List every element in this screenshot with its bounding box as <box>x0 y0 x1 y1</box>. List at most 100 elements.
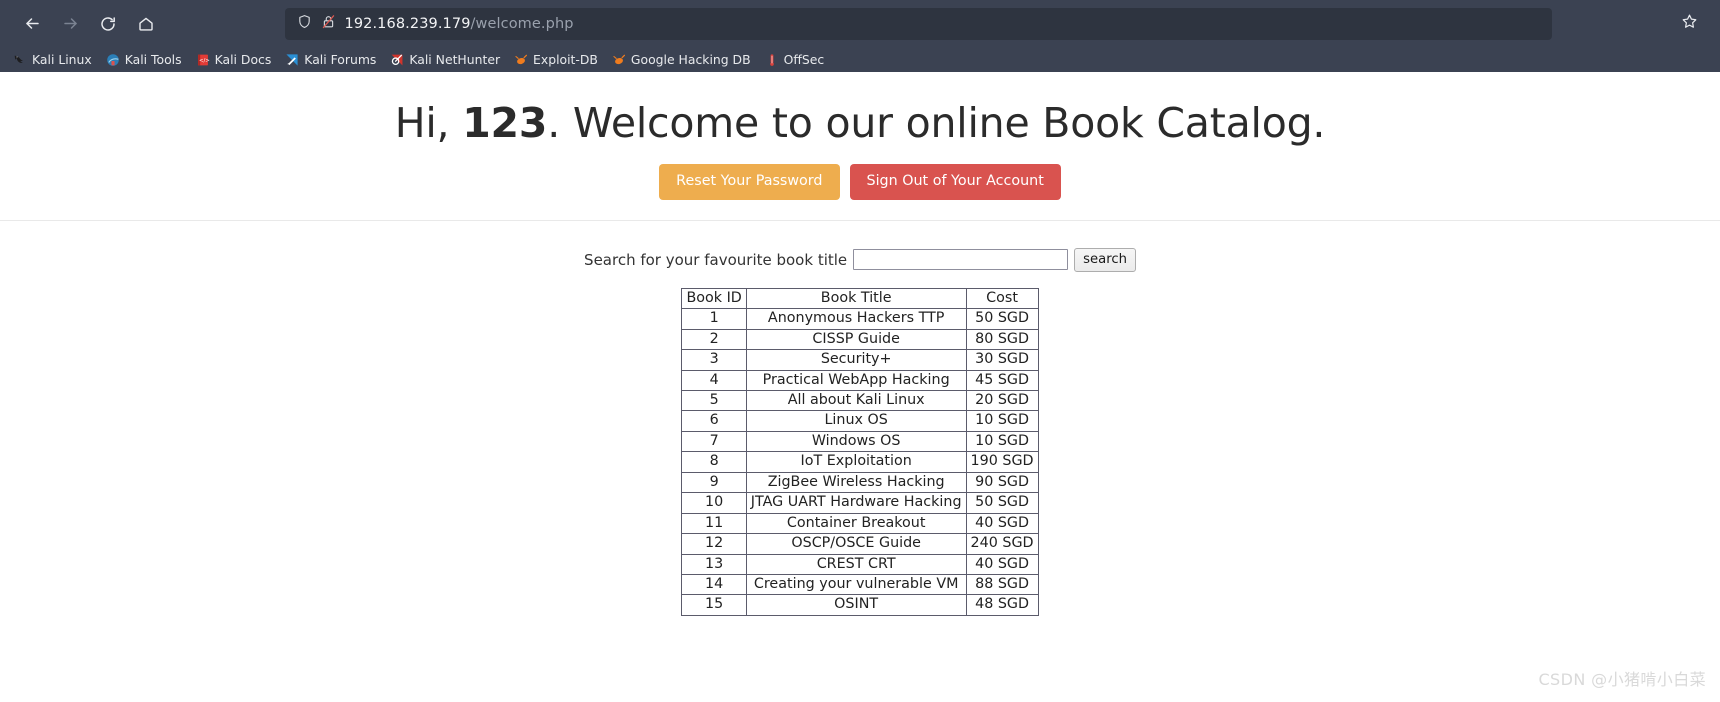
lock-crossed-icon[interactable] <box>321 14 336 33</box>
bookmark-label: OffSec <box>783 52 825 67</box>
cell-book-title: Anonymous Hackers TTP <box>745 308 967 330</box>
table-row: 14 Creating your vulnerable VM 88 SGD <box>681 573 1039 596</box>
cell-cost: 40 SGD <box>965 553 1039 575</box>
bookmark-star-button[interactable] <box>1672 7 1706 41</box>
browser-chrome: 192.168.239.179/welcome.php Kali Linux K… <box>0 0 1720 72</box>
table-row: 10 JTAG UART Hardware Hacking 50 SGD <box>681 492 1039 514</box>
bookmark-kali-tools[interactable]: Kali Tools <box>99 50 189 69</box>
table-header-row: Book ID Book Title Cost <box>681 287 1039 310</box>
bookmark-kali-linux[interactable]: Kali Linux <box>6 50 99 69</box>
search-input[interactable] <box>853 249 1069 271</box>
bookmark-google-hacking-db[interactable]: Google Hacking DB <box>605 50 758 69</box>
search-button[interactable]: search <box>1074 247 1136 272</box>
forward-button[interactable] <box>52 7 88 41</box>
cell-cost: 88 SGD <box>965 573 1039 596</box>
table-row: 5 All about Kali Linux 20 SGD <box>681 390 1039 412</box>
kali-forums-icon <box>285 53 299 67</box>
cell-book-title: OSINT <box>745 594 967 616</box>
cell-book-title: OSCP/OSCE Guide <box>745 533 967 555</box>
cell-book-id: 12 <box>681 533 747 555</box>
cell-book-id: 4 <box>681 369 747 392</box>
cell-book-title: Security+ <box>745 349 967 371</box>
star-icon <box>1681 13 1698 34</box>
greeting-suffix: . Welcome to our online Book Catalog. <box>547 99 1326 147</box>
reset-password-button[interactable]: Reset Your Password <box>659 164 840 200</box>
table-row: 4 Practical WebApp Hacking 45 SGD <box>681 369 1039 392</box>
browser-toolbar: 192.168.239.179/welcome.php <box>0 0 1720 47</box>
cell-book-id: 3 <box>681 349 747 371</box>
column-header-book-title: Book Title <box>745 287 967 310</box>
address-bar[interactable]: 192.168.239.179/welcome.php <box>284 7 1552 40</box>
cell-cost: 50 SGD <box>965 308 1039 330</box>
bookmark-label: Google Hacking DB <box>630 52 751 67</box>
cell-book-id: 9 <box>681 471 747 494</box>
table-row: 2 CISSP Guide 80 SGD <box>681 328 1039 351</box>
table-row: 7 Windows OS 10 SGD <box>681 430 1039 453</box>
cell-book-title: Creating your vulnerable VM <box>745 573 967 596</box>
search-label: Search for your favourite book title <box>584 250 848 269</box>
navigation-buttons <box>14 7 164 41</box>
cell-cost: 90 SGD <box>965 471 1039 494</box>
cell-book-title: All about Kali Linux <box>745 390 967 412</box>
cell-book-title: Practical WebApp Hacking <box>745 369 967 392</box>
home-icon <box>137 15 155 33</box>
home-button[interactable] <box>128 7 164 41</box>
cell-cost: 45 SGD <box>965 369 1039 392</box>
bookmarks-bar: Kali Linux Kali Tools </> Kali Docs Kali… <box>0 47 1720 72</box>
cell-book-id: 14 <box>681 573 747 596</box>
book-catalog-container: Book ID Book Title Cost 1 Anonymous Hacke… <box>0 287 1720 616</box>
cell-cost: 10 SGD <box>965 430 1039 453</box>
bookmark-label: Kali Docs <box>214 52 272 67</box>
offsec-icon <box>765 53 779 67</box>
cell-book-id: 13 <box>681 553 747 575</box>
cell-cost: 10 SGD <box>965 410 1039 432</box>
table-row: 11 Container Breakout 40 SGD <box>681 512 1039 535</box>
bookmark-kali-forums[interactable]: Kali Forums <box>278 50 383 69</box>
bookmark-offsec[interactable]: OffSec <box>758 50 832 69</box>
back-button[interactable] <box>14 7 50 41</box>
arrow-left-icon <box>23 14 42 33</box>
kali-nethunter-icon <box>390 53 404 67</box>
username: 123 <box>462 99 548 147</box>
cell-book-title: IoT Exploitation <box>745 451 967 473</box>
column-header-book-id: Book ID <box>681 287 747 310</box>
book-catalog-table: Book ID Book Title Cost 1 Anonymous Hacke… <box>681 287 1039 616</box>
cell-cost: 48 SGD <box>965 594 1039 616</box>
hero-section: Hi, 123. Welcome to our online Book Cata… <box>0 72 1720 221</box>
cell-book-title: JTAG UART Hardware Hacking <box>745 492 967 514</box>
table-row: 3 Security+ 30 SGD <box>681 349 1039 371</box>
table-row: 13 CREST CRT 40 SGD <box>681 553 1039 575</box>
url-path: /welcome.php <box>470 15 574 32</box>
search-form: Search for your favourite book title sea… <box>0 247 1720 272</box>
cell-book-title: CREST CRT <box>745 553 967 575</box>
bookmark-label: Exploit-DB <box>533 52 598 67</box>
table-row: 8 IoT Exploitation 190 SGD <box>681 451 1039 473</box>
cell-cost: 40 SGD <box>965 512 1039 535</box>
cell-book-id: 5 <box>681 390 747 412</box>
kali-dragon-icon <box>13 53 27 67</box>
table-row: 9 ZigBee Wireless Hacking 90 SGD <box>681 471 1039 494</box>
sign-out-button[interactable]: Sign Out of Your Account <box>849 164 1061 200</box>
cell-cost: 50 SGD <box>965 492 1039 514</box>
cell-book-id: 2 <box>681 328 747 351</box>
reload-button[interactable] <box>90 7 126 41</box>
shield-icon[interactable] <box>297 14 312 33</box>
action-buttons: Reset Your Password Sign Out of Your Acc… <box>0 164 1720 200</box>
bookmark-exploit-db[interactable]: Exploit-DB <box>507 50 605 69</box>
cell-book-id: 10 <box>681 492 747 514</box>
bookmark-kali-nethunter[interactable]: Kali NetHunter <box>383 50 507 69</box>
cell-cost: 240 SGD <box>965 533 1039 555</box>
cell-book-id: 8 <box>681 451 747 473</box>
bookmark-label: Kali NetHunter <box>409 52 501 67</box>
cell-book-id: 7 <box>681 430 747 453</box>
greeting-prefix: Hi, <box>394 99 463 147</box>
cell-book-title: Linux OS <box>745 410 967 432</box>
cell-book-title: Container Breakout <box>745 512 967 535</box>
table-row: 15 OSINT 48 SGD <box>681 594 1039 616</box>
bookmark-label: Kali Linux <box>32 52 92 67</box>
cell-cost: 80 SGD <box>965 328 1039 351</box>
cell-book-id: 15 <box>681 594 747 616</box>
table-row: 6 Linux OS 10 SGD <box>681 410 1039 432</box>
kali-docs-icon: </> <box>196 53 210 67</box>
bookmark-kali-docs[interactable]: </> Kali Docs <box>189 50 279 69</box>
